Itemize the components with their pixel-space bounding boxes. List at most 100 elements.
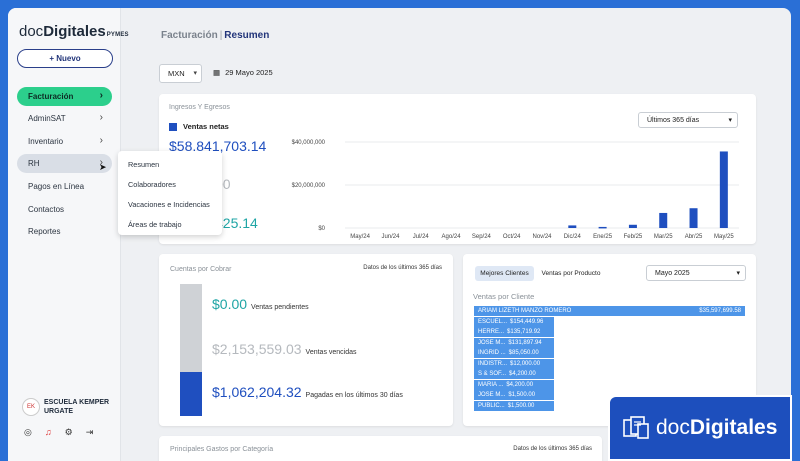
client-name: INDISTR... bbox=[478, 360, 508, 367]
bell-icon[interactable]: ♫ bbox=[45, 427, 52, 438]
watermark-badge: docDigitales bbox=[608, 395, 792, 461]
client-amount: $4,200.00 bbox=[509, 371, 536, 377]
legend-swatch bbox=[169, 122, 177, 131]
cxc-pendientes: $0.00 Ventas pendientes bbox=[212, 296, 309, 312]
client-name: ESCUEL... bbox=[478, 318, 508, 325]
user-profile[interactable]: EK ESCUELA KEMPER URGATE bbox=[22, 398, 114, 416]
x-tick-label: Ago/24 bbox=[442, 234, 462, 240]
client-row[interactable]: JOSE M... $131,897.94 bbox=[474, 337, 554, 348]
new-button[interactable]: + Nuevo bbox=[17, 49, 113, 68]
bar-mar-25[interactable] bbox=[659, 212, 668, 228]
client-row[interactable]: INDISTR... $12,000.00 bbox=[474, 358, 554, 369]
x-tick-label: Ene/25 bbox=[593, 234, 613, 240]
chart-legend: Ventas netas bbox=[169, 122, 229, 131]
x-tick-label: Abr/25 bbox=[685, 234, 703, 240]
cxc-pagadas: $1,062,204.32 Pagadas en los últimos 30 d… bbox=[212, 384, 403, 400]
cxc-vencidas: $2,153,559.03 Ventas vencidas bbox=[212, 341, 357, 357]
x-tick-label: Nov/24 bbox=[532, 234, 552, 240]
breadcrumb-section[interactable]: Facturación bbox=[161, 30, 218, 41]
client-amount: $1,500.00 bbox=[508, 392, 536, 398]
client-row[interactable]: PUBLIC... $1,500.00 bbox=[474, 400, 554, 411]
x-tick-label: Feb/25 bbox=[624, 234, 643, 240]
client-name: INGRID ... bbox=[478, 350, 506, 356]
tab-mejores-clientes[interactable]: Mejores Clientes bbox=[475, 266, 534, 281]
cxc-paid-fill bbox=[180, 372, 202, 416]
client-amount: $85,050.00 bbox=[508, 350, 539, 356]
sidebar-item-reportes[interactable]: Reportes bbox=[17, 222, 112, 241]
client-amount: $4,200.00 bbox=[506, 381, 534, 388]
client-row[interactable]: JOSE M... $1,500.00 bbox=[474, 390, 554, 400]
date-picker[interactable]: ▦ 29 Mayo 2025 bbox=[213, 68, 273, 77]
bar-ene-25[interactable] bbox=[598, 226, 607, 229]
client-amount: $12,000.00 bbox=[510, 360, 541, 367]
x-tick-label: Dic/24 bbox=[564, 234, 582, 240]
brand-logo[interactable]: docDigitalesPYMES bbox=[19, 23, 129, 40]
user-circle-icon[interactable]: ◎ bbox=[24, 427, 32, 438]
x-tick-label: Oct/24 bbox=[503, 234, 521, 240]
logout-icon[interactable]: ⇥ bbox=[86, 427, 94, 438]
submenu-item-areas[interactable]: Áreas de trabajo bbox=[118, 214, 222, 234]
y-tick-label: $20,000,000 bbox=[292, 183, 326, 189]
submenu-item-vacaciones[interactable]: Vacaciones e Incidencias bbox=[118, 194, 222, 214]
chevron-down-icon: ▾ bbox=[193, 70, 197, 77]
sidebar-item-contactos[interactable]: Contactos bbox=[17, 200, 112, 219]
client-row[interactable]: S & SOF... $4,200.00 bbox=[474, 369, 554, 379]
sidebar-item-adminsat[interactable]: AdminSAT › bbox=[17, 109, 112, 128]
month-select[interactable]: Mayo 2025 ▾ bbox=[646, 265, 746, 281]
client-name: ARIAM LIZETH MANZO ROMERO bbox=[478, 308, 572, 314]
sidebar-footer-icons: ◎ ♫ ⚙ ⇥ bbox=[24, 427, 93, 438]
client-name: S & SOF... bbox=[478, 371, 507, 377]
watermark-text: docDigitales bbox=[656, 416, 778, 439]
cxc-stacked-bar bbox=[180, 284, 202, 416]
tab-ventas-producto[interactable]: Ventas por Producto bbox=[537, 266, 605, 281]
app-window: docDigitalesPYMES + Nuevo Facturación › … bbox=[8, 8, 791, 461]
x-tick-label: Jun/24 bbox=[381, 234, 400, 240]
range-select[interactable]: Últimos 365 días ▾ bbox=[638, 112, 738, 128]
x-tick-label: Jul/24 bbox=[413, 234, 430, 240]
client-name: HERRE... bbox=[478, 329, 505, 335]
ingresos-egresos-card: Ingresos Y Egresos Ventas netas $58,841,… bbox=[159, 94, 756, 244]
bar-may-25[interactable] bbox=[719, 151, 728, 228]
bar-dic-24[interactable] bbox=[568, 225, 577, 228]
client-name: JOSE M... bbox=[478, 392, 506, 398]
client-amount: $35,597,699.58 bbox=[699, 308, 741, 314]
submenu-item-colaboradores[interactable]: Colaboradores bbox=[118, 174, 222, 194]
chevron-down-icon: ▾ bbox=[736, 270, 740, 277]
breadcrumb-current: Resumen bbox=[224, 30, 270, 41]
sales-bar-chart: $40,000,000 $20,000,000 $0 May/24 Jun/24 Jul/… bbox=[292, 140, 739, 240]
y-tick-label: $40,000,000 bbox=[292, 140, 326, 146]
x-tick-label: Sep/24 bbox=[472, 234, 492, 240]
client-amount: $1,500.00 bbox=[507, 402, 535, 409]
chevron-right-icon: › bbox=[99, 112, 103, 123]
submenu-item-resumen[interactable]: Resumen bbox=[118, 154, 222, 174]
sidebar-item-pagos[interactable]: Pagos en Línea bbox=[17, 177, 112, 196]
chevron-down-icon: ▾ bbox=[728, 117, 732, 124]
sidebar-item-inventario[interactable]: Inventario › bbox=[17, 132, 112, 151]
client-name: JOSE M... bbox=[478, 339, 506, 346]
currency-select[interactable]: MXN ▾ bbox=[159, 64, 202, 83]
sidebar: docDigitalesPYMES + Nuevo Facturación › … bbox=[8, 8, 129, 461]
x-tick-label: May/24 bbox=[350, 234, 370, 240]
y-tick-label: $0 bbox=[318, 226, 325, 232]
client-row[interactable]: INGRID ... $85,050.00 bbox=[474, 348, 554, 358]
bar-abr-25[interactable] bbox=[689, 208, 698, 228]
client-row[interactable]: MARIA ... $4,200.00 bbox=[474, 379, 554, 390]
x-tick-label: May/25 bbox=[714, 234, 734, 240]
client-name: PUBLIC... bbox=[478, 402, 505, 409]
calendar-icon: ▦ bbox=[213, 68, 221, 77]
client-row[interactable]: ESCUEL... $154,449.96 bbox=[474, 316, 554, 327]
client-row[interactable]: HERRE... $135,719.92 bbox=[474, 327, 554, 337]
client-amount: $154,449.96 bbox=[510, 318, 544, 325]
chevron-right-icon: › bbox=[99, 90, 103, 101]
document-logo-icon bbox=[623, 416, 649, 439]
bar-feb-25[interactable] bbox=[628, 224, 637, 228]
rh-submenu: Resumen Colaboradores Vacaciones e Incid… bbox=[118, 151, 222, 235]
sidebar-item-rh[interactable]: RH › bbox=[17, 154, 112, 173]
client-amount: $131,897.94 bbox=[508, 339, 542, 346]
user-name: ESCUELA KEMPER URGATE bbox=[44, 399, 110, 415]
sidebar-item-facturacion[interactable]: Facturación › bbox=[17, 87, 112, 106]
gear-icon[interactable]: ⚙ bbox=[65, 427, 73, 438]
mouse-cursor-icon: ➤ bbox=[99, 162, 107, 172]
client-name: MARIA ... bbox=[478, 381, 504, 388]
client-row[interactable]: ARIAM LIZETH MANZO ROMERO $35,597,699.58 bbox=[474, 306, 745, 316]
